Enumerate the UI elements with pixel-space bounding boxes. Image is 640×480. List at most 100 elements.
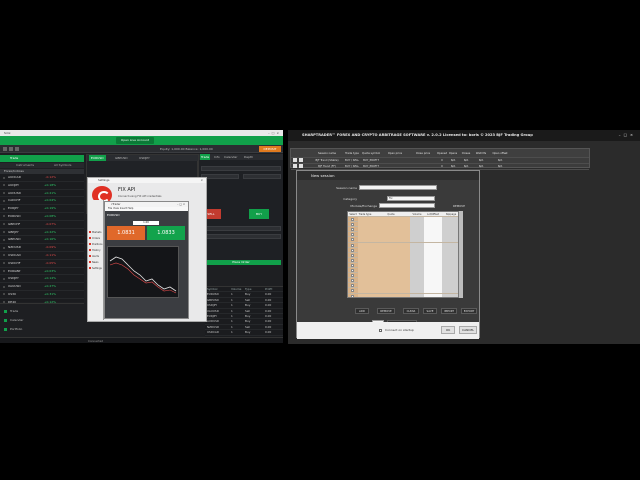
connect-on-startup-checkbox[interactable]	[379, 329, 382, 332]
grid-cell[interactable]	[424, 293, 442, 297]
tab-chart-1[interactable]: EURUSD	[89, 155, 106, 161]
dialog-menu-item[interactable]: News	[89, 260, 103, 265]
favorite-icon[interactable]	[3, 231, 5, 234]
favorite-icon[interactable]	[3, 254, 5, 257]
select-checkbox[interactable]	[351, 294, 354, 297]
chart-dialog-menu[interactable]: File View Insert Help	[105, 207, 188, 211]
dialog-menu-item[interactable]: Positions	[89, 242, 103, 247]
favorite-icon[interactable]	[3, 238, 5, 241]
select-checkbox[interactable]	[351, 218, 354, 222]
grid-row[interactable]	[348, 293, 458, 297]
select-checkbox[interactable]	[351, 243, 354, 247]
select-checkbox[interactable]	[351, 238, 354, 242]
window-controls-icon[interactable]: –□×	[619, 130, 636, 141]
watchlist-row[interactable]: EURGBP +0.03%	[0, 268, 84, 276]
watchlist-row[interactable]: EURUSD +0.08%	[0, 213, 84, 221]
favorite-icon[interactable]	[3, 246, 5, 249]
favorite-icon[interactable]	[3, 262, 5, 265]
select-checkbox[interactable]	[351, 274, 354, 278]
close-icon[interactable]: ×	[201, 178, 203, 183]
dialog-menu-item[interactable]: Settings	[89, 266, 103, 271]
select-checkbox[interactable]	[351, 269, 354, 273]
buy-price-button[interactable]: 1.0833	[147, 226, 185, 240]
deposit-button[interactable]: DEPOSIT	[259, 146, 281, 152]
favorite-icon[interactable]	[3, 277, 5, 280]
export-button[interactable]: EXPORT	[461, 308, 477, 314]
symbol-field[interactable]	[201, 166, 281, 171]
watchlist-row[interactable]: US30 +0.31%	[0, 291, 84, 299]
save-button[interactable]: SAVE	[423, 308, 437, 314]
favorite-icon[interactable]	[3, 223, 5, 226]
select-checkbox[interactable]	[351, 289, 354, 293]
sidebar-item-trade[interactable]: Trade	[2, 308, 82, 314]
stop-loss-field[interactable]	[201, 226, 281, 231]
dialog-menu-item[interactable]: Markets	[89, 230, 103, 235]
select-checkbox[interactable]	[351, 258, 354, 262]
watchlist-row[interactable]: AUDJPY +0.18%	[0, 182, 84, 190]
dialog-menu-item[interactable]: Orders	[89, 236, 103, 241]
favorite-icon[interactable]	[3, 207, 5, 210]
select-checkbox[interactable]	[351, 279, 354, 283]
table-row[interactable]: USDCAD 1 Buy 0.00	[205, 330, 283, 336]
import-button[interactable]: IMPORT	[441, 308, 457, 314]
watchlist-row[interactable]: EURJPY +0.19%	[0, 205, 84, 213]
favorite-icon[interactable]	[3, 192, 5, 195]
tab-calendar[interactable]: Calendar	[223, 154, 239, 160]
favorite-icon[interactable]	[3, 184, 5, 187]
select-checkbox[interactable]	[351, 253, 354, 257]
watchlist-row[interactable]: CADCHF +0.04%	[0, 197, 84, 206]
sidebar-item-calendar[interactable]: Calendar	[2, 317, 82, 323]
open-live-account-button[interactable]: Open Live Account	[116, 137, 154, 144]
tab-info[interactable]: Info	[213, 154, 221, 160]
dialog-menu-item[interactable]: Alerts	[89, 254, 103, 259]
select-checkbox[interactable]	[351, 248, 354, 252]
clear-button[interactable]: CLEAR	[403, 308, 419, 314]
buy-button[interactable]: BUY	[249, 209, 269, 219]
tab-depth[interactable]: Depth	[243, 154, 254, 160]
select-checkbox[interactable]	[351, 263, 354, 267]
tab-trade[interactable]: Trade	[200, 154, 211, 160]
side-header[interactable]: Trade	[0, 155, 84, 162]
watchlist-row[interactable]: AUDCAD -0.12%	[0, 174, 84, 182]
grid-cell[interactable]	[410, 293, 424, 297]
tab-chart-2[interactable]: GBPUSD	[113, 155, 130, 161]
watchlist-row[interactable]: XAUUSD +0.27%	[0, 283, 84, 291]
select-checkbox[interactable]	[351, 233, 354, 237]
layout-icon[interactable]	[9, 147, 13, 151]
watchlist-row[interactable]: GBPJPY +0.22%	[0, 229, 84, 237]
take-profit-field[interactable]	[201, 234, 281, 239]
tab-instruments[interactable]: Instruments	[16, 163, 34, 168]
favorite-icon[interactable]	[3, 293, 5, 296]
select-checkbox[interactable]	[351, 223, 354, 227]
select-checkbox[interactable]	[351, 284, 354, 288]
grid-cell[interactable]	[372, 293, 410, 297]
price-field[interactable]	[243, 174, 281, 179]
sidebar-item-portfolio[interactable]: Portfolio	[2, 326, 82, 332]
watchlist-row[interactable]: GBPCHF -0.07%	[0, 221, 84, 229]
sell-price-button[interactable]: 1.0831	[107, 226, 145, 240]
ok-button[interactable]: OK	[441, 326, 455, 334]
module-exchange-select[interactable]	[379, 203, 435, 208]
instrument-grid[interactable]: Select Trade type Quote Volume Lot/Offset Sli…	[347, 211, 459, 298]
favorite-icon[interactable]	[3, 176, 5, 179]
watchlist-row[interactable]: USDJPY +0.14%	[0, 275, 84, 284]
tab-chart-3[interactable]: USDJPY	[137, 155, 152, 161]
chart-icon[interactable]	[15, 147, 19, 151]
remove-module-button[interactable]: REMOVE	[453, 204, 465, 208]
grid-cell[interactable]	[442, 293, 458, 297]
category-select[interactable]: Fix	[387, 196, 435, 201]
watchlist-row[interactable]: GBPUSD +0.16%	[0, 236, 84, 245]
quantity-field[interactable]: 1.00	[133, 221, 159, 225]
watchlist-row[interactable]: AUDUSD +0.21%	[0, 190, 84, 198]
watchlist-row[interactable]: NZDUSD -0.09%	[0, 244, 84, 252]
favorite-icon[interactable]	[3, 285, 5, 288]
watchlist-row[interactable]: USDCAD -0.11%	[0, 252, 84, 260]
place-order-button[interactable]: Place Order	[201, 260, 281, 265]
price-chart[interactable]	[107, 246, 179, 298]
favorite-icon[interactable]	[3, 215, 5, 218]
cancel-button[interactable]: CANCEL	[459, 326, 477, 334]
watchlist-row[interactable]: USDCHF -0.05%	[0, 260, 84, 268]
grid-cell[interactable]	[358, 293, 372, 297]
remove-button[interactable]: REMOVE	[377, 308, 395, 314]
favorite-icon[interactable]	[3, 270, 5, 273]
